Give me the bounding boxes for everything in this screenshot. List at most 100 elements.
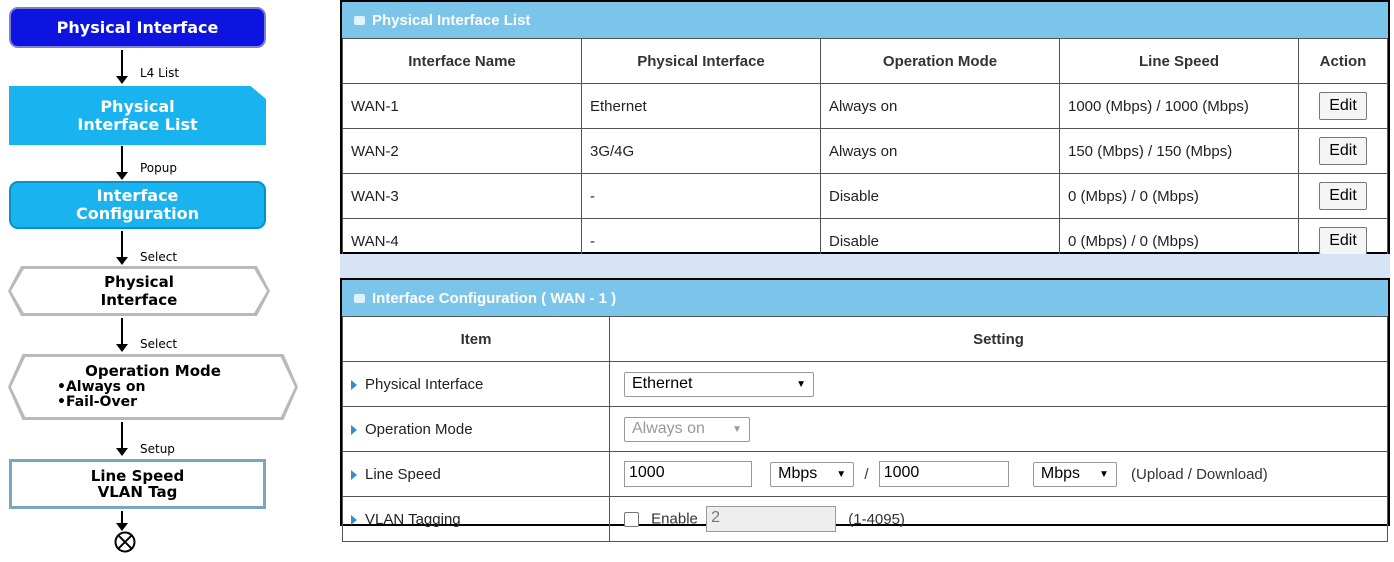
dropdown-arrow-icon: ▼ (836, 468, 847, 480)
panel-header: Physical Interface List (342, 2, 1388, 38)
flow-arrow-label: Select (140, 337, 178, 351)
setting-cell: Always on ▼ (609, 406, 1388, 452)
setting-cell: 1000 Mbps ▼ / 1000 Mbps ▼ (Upload / Down… (609, 451, 1388, 497)
flow-step-label: Operation Mode (85, 362, 221, 381)
select-value: Always on (632, 420, 705, 437)
column-header: Physical Interface (581, 38, 821, 84)
panel-title: Physical Interface List (372, 11, 531, 29)
setting-cell: Ethernet ▼ (609, 361, 1388, 407)
edit-button[interactable]: Edit (1319, 182, 1367, 210)
flow-arrow-label: Popup (140, 161, 177, 175)
flow-step-label: VLAN Tag (97, 483, 178, 501)
table-row: WAN-2 3G/4G Always on 150 (Mbps) / 150 (… (342, 128, 1388, 174)
physical-interface-list-panel: Physical Interface List Interface Name P… (340, 0, 1390, 264)
download-unit-select[interactable]: Mbps ▼ (1032, 461, 1117, 487)
physical-interface-cell: Ethernet (581, 83, 821, 129)
flow-step-label: Configuration (75, 204, 200, 223)
action-cell: Edit (1298, 83, 1388, 129)
action-cell: Edit (1298, 128, 1388, 174)
interface-name-cell: WAN-3 (342, 173, 582, 219)
dropdown-arrow-icon: ▼ (732, 423, 742, 435)
item-cell: Operation Mode (342, 406, 610, 452)
table-row: WAN-1 Ethernet Always on 1000 (Mbps) / 1… (342, 83, 1388, 129)
flow-arrow-label: L4 List (140, 66, 180, 80)
item-cell: Physical Interface (342, 361, 610, 407)
bullet-arrow-icon (351, 424, 357, 435)
flow-step-label: Line Speed (90, 466, 185, 485)
vlan-enable-checkbox[interactable] (624, 511, 639, 527)
interface-name-cell: WAN-2 (342, 128, 582, 174)
flow-step-label: Interface (100, 291, 178, 309)
item-label: Operation Mode (365, 420, 473, 438)
column-header: Line Speed (1059, 38, 1299, 84)
table-row: VLAN Tagging Enable 2 (1-4095) (342, 496, 1388, 542)
select-value: Mbps (1040, 465, 1080, 482)
bullet-arrow-icon (351, 379, 357, 390)
flow-step-bullet: •Always on (57, 379, 146, 396)
flow-arrow-icon (113, 318, 131, 352)
column-header: Setting (609, 316, 1388, 362)
interface-name-cell: WAN-1 (342, 83, 582, 129)
vlan-range-hint: (1-4095) (848, 510, 905, 528)
flow-arrow-icon (113, 422, 131, 456)
flow-step-label: Physical Interface (56, 17, 219, 37)
download-speed-input[interactable]: 1000 (878, 461, 1009, 487)
column-header: Item (342, 316, 610, 362)
operation-mode-cell: Disable (820, 173, 1060, 219)
table-row: WAN-3 - Disable 0 (Mbps) / 0 (Mbps) Edit (342, 173, 1388, 219)
panel-separator (340, 254, 1390, 278)
flow-step-label: Physical (104, 273, 174, 291)
flow-step-interface-list: Physical Interface List (9, 86, 266, 145)
flow-diagram: Physical Interface L4 List Physical Inte… (0, 0, 298, 562)
upload-unit-select[interactable]: Mbps ▼ (770, 461, 855, 487)
edit-button[interactable]: Edit (1319, 92, 1367, 120)
flow-step-bullet: •Fail-Over (57, 393, 137, 410)
flow-step-label: Interface (96, 186, 179, 206)
column-header: Action (1298, 38, 1388, 84)
line-speed-cell: 1000 (Mbps) / 1000 (Mbps) (1059, 83, 1299, 129)
operation-mode-cell: Always on (820, 128, 1060, 174)
line-speed-cell: 150 (Mbps) / 150 (Mbps) (1059, 128, 1299, 174)
flow-step-line-speed-vlan: Line Speed VLAN Tag (9, 459, 266, 509)
upload-speed-input[interactable]: 1000 (624, 461, 752, 487)
flow-step-operation-mode: Operation Mode •Always on •Fail-Over (8, 354, 298, 420)
physical-interface-cell: - (581, 173, 821, 219)
bullet-arrow-icon (351, 469, 357, 480)
vlan-enable-label: Enable (651, 510, 698, 528)
flow-arrow-icon (113, 511, 131, 531)
flow-step-label: Interface List (77, 114, 198, 134)
operation-mode-cell: Always on (820, 83, 1060, 129)
item-cell: VLAN Tagging (342, 496, 610, 542)
panel-title: Interface Configuration ( WAN - 1 ) (372, 289, 617, 307)
end-circle-x-icon (114, 531, 136, 553)
interface-configuration-panel: Interface Configuration ( WAN - 1 ) Item… (340, 278, 1390, 542)
vlan-id-input[interactable]: 2 (706, 506, 837, 532)
select-value: Mbps (778, 465, 818, 482)
physical-interface-select[interactable]: Ethernet ▼ (624, 371, 814, 397)
flow-step-interface-configuration: Interface Configuration (9, 181, 266, 229)
column-header: Interface Name (342, 38, 582, 84)
flow-step-select-physical: Physical Interface (8, 266, 270, 316)
panel-header-icon (354, 15, 365, 25)
flow-step-label: Physical (100, 96, 175, 116)
flow-arrow-icon (113, 231, 131, 265)
table-row: Line Speed 1000 Mbps ▼ / 1000 Mbps ▼ (Up… (342, 451, 1388, 497)
column-header: Operation Mode (820, 38, 1060, 84)
action-cell: Edit (1298, 173, 1388, 219)
flow-step-physical-interface: Physical Interface (9, 7, 266, 48)
operation-mode-select[interactable]: Always on ▼ (624, 416, 750, 442)
speed-separator: / (864, 465, 869, 483)
flow-arrow-label: Select (140, 250, 178, 264)
setting-cell: Enable 2 (1-4095) (609, 496, 1388, 542)
speed-hint: (Upload / Download) (1131, 465, 1268, 483)
edit-button[interactable]: Edit (1319, 137, 1367, 165)
item-label: VLAN Tagging (365, 510, 461, 528)
panel-header: Interface Configuration ( WAN - 1 ) (342, 280, 1388, 316)
table-header-row: Item Setting (342, 316, 1388, 362)
bullet-arrow-icon (351, 514, 357, 525)
edit-button[interactable]: Edit (1319, 227, 1367, 255)
dropdown-arrow-icon: ▼ (1098, 468, 1109, 480)
item-label: Line Speed (365, 465, 441, 483)
interface-table: Interface Name Physical Interface Operat… (342, 38, 1388, 264)
table-row: Physical Interface Ethernet ▼ (342, 361, 1388, 407)
